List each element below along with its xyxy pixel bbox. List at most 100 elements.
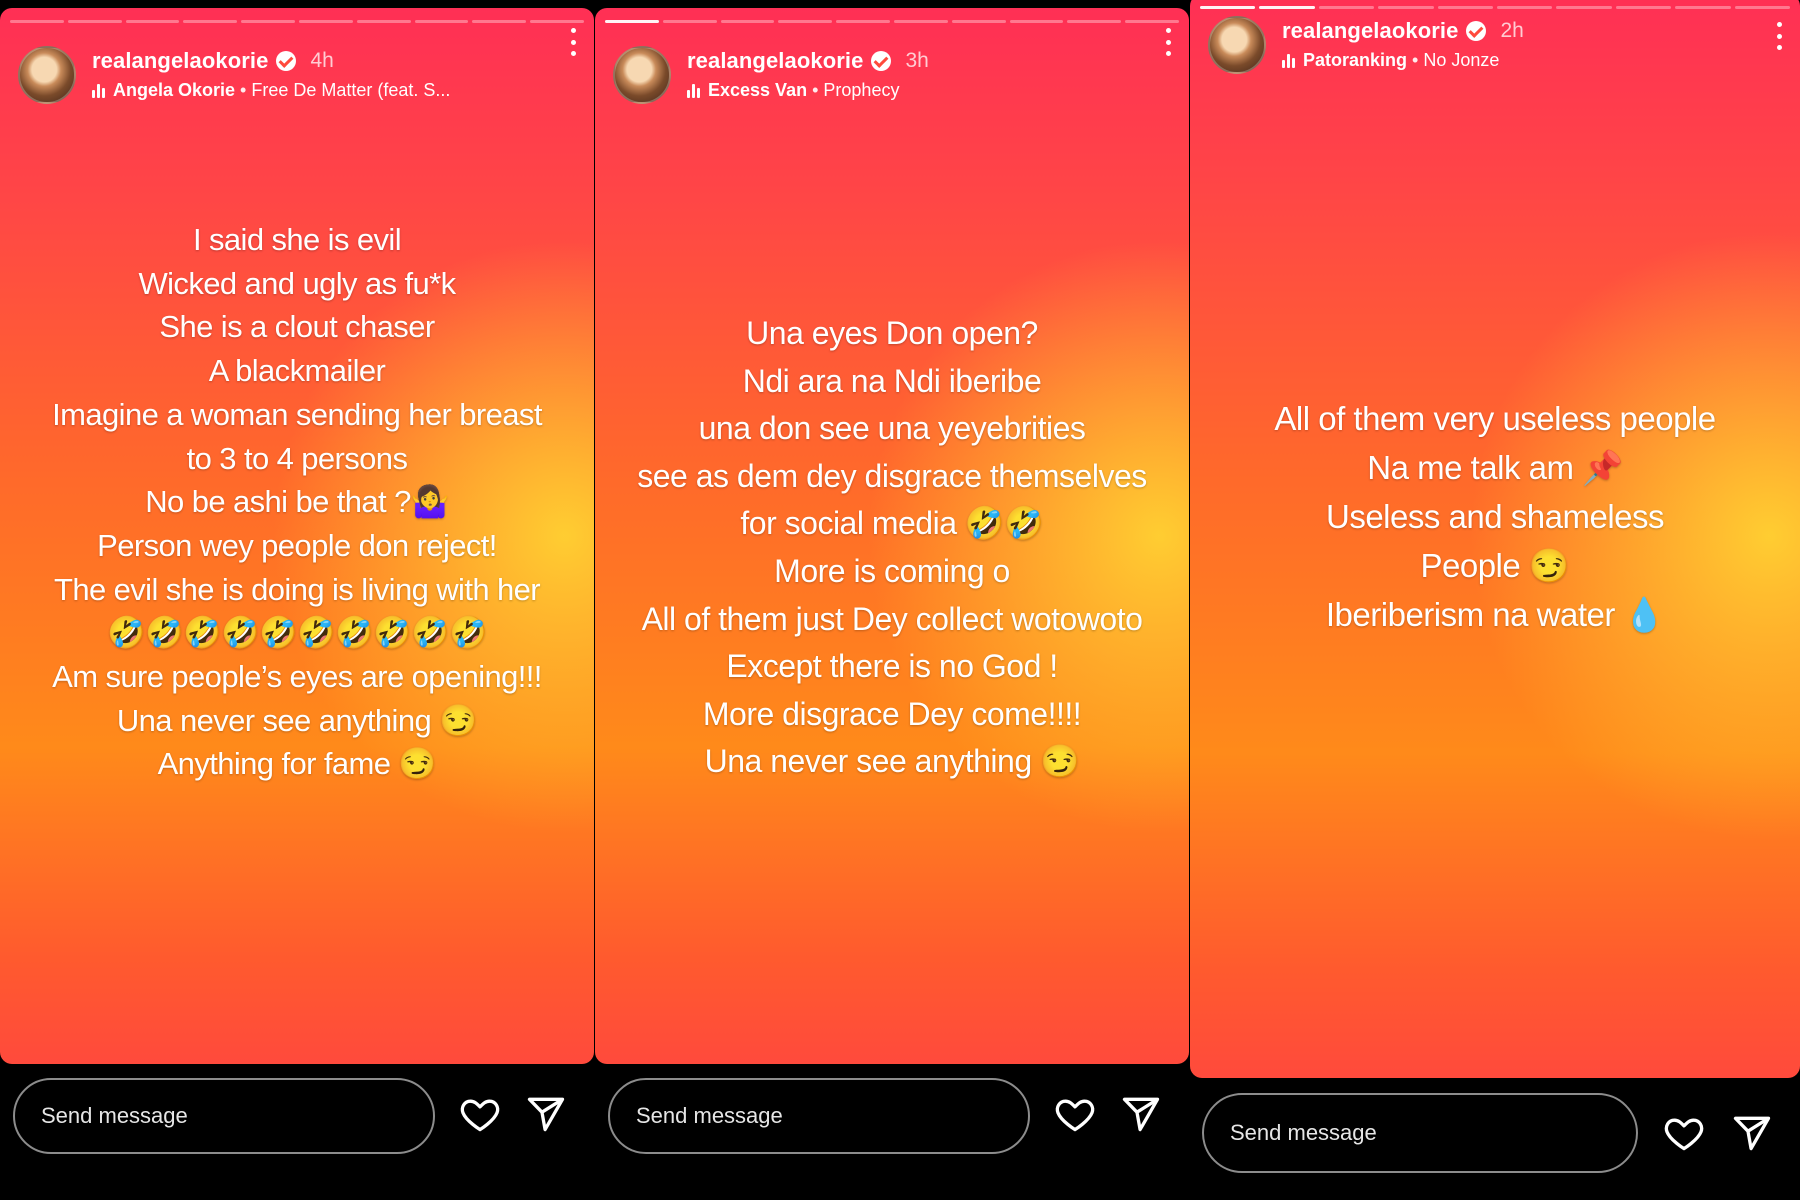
story-text-line: The evil she is doing is living with her xyxy=(53,571,541,607)
username[interactable]: realangelaokorie xyxy=(1282,18,1458,44)
story-text-line: More is coming o xyxy=(774,552,1010,589)
avatar[interactable] xyxy=(613,46,671,104)
send-icon[interactable] xyxy=(1119,1092,1163,1136)
progress-segment xyxy=(720,20,775,23)
story-text-line: Una eyes Don open? xyxy=(746,315,1038,351)
story-header: realangelaokorie 3h Excess Van • Prophec… xyxy=(613,38,1171,104)
story-panel-1: realangelaokorie 4h Angela Okorie • Free… xyxy=(0,0,594,1200)
more-options-icon[interactable] xyxy=(1165,28,1171,56)
progress-segment xyxy=(1009,20,1064,23)
story-text-line: una don see una yeyebrities xyxy=(698,410,1086,447)
progress-segment xyxy=(893,20,948,23)
heart-icon[interactable] xyxy=(1053,1092,1097,1136)
story-text-line: Wicked and ugly as fu*k xyxy=(138,265,456,301)
verified-badge-icon xyxy=(1466,21,1487,41)
story-text-line: All of them very useless people xyxy=(1274,400,1716,437)
reply-bar: Send message xyxy=(595,1078,1189,1158)
audio-bars-icon xyxy=(1282,53,1295,68)
music-track: Free De Matter (feat. S... xyxy=(251,80,451,100)
story-text-line: 🤣🤣🤣🤣🤣🤣🤣🤣🤣🤣 xyxy=(107,615,488,651)
story-text-line: Imagine a woman sending her breast xyxy=(52,396,542,432)
send-message-placeholder: Send message xyxy=(1230,1120,1377,1145)
post-time: 3h xyxy=(905,49,929,72)
story-text-line: Am sure people’s eyes are opening!!! xyxy=(52,659,542,695)
progress-segment xyxy=(67,20,122,23)
send-message-input[interactable]: Send message xyxy=(1202,1093,1638,1173)
story-card[interactable]: realangelaokorie 2h Patoranking • No Jon… xyxy=(1190,0,1800,1078)
send-message-placeholder: Send message xyxy=(636,1103,783,1128)
more-options-icon[interactable] xyxy=(570,28,576,56)
send-icon[interactable] xyxy=(1730,1111,1774,1155)
music-artist: Angela Okorie xyxy=(113,80,236,100)
username[interactable]: realangelaokorie xyxy=(687,48,863,74)
story-text-line: She is a clout chaser xyxy=(159,309,435,345)
story-card[interactable]: realangelaokorie 3h Excess Van • Prophec… xyxy=(595,8,1189,1064)
audio-bars-icon xyxy=(92,83,105,98)
story-text: All of them very useless people Na me tal… xyxy=(1190,394,1800,639)
send-message-input[interactable]: Send message xyxy=(608,1078,1030,1154)
story-text-line: Person wey people don reject! xyxy=(97,527,497,563)
progress-segment xyxy=(951,20,1006,23)
story-text-line: Iberiberism na water 💧 xyxy=(1325,596,1665,633)
story-text-line: Anything for fame 😏 xyxy=(157,746,437,782)
heart-icon[interactable] xyxy=(458,1092,502,1136)
more-options-icon[interactable] xyxy=(1776,22,1782,50)
progress-segment xyxy=(241,20,295,23)
avatar[interactable] xyxy=(1208,16,1266,74)
story-text-line: I said she is evil xyxy=(192,222,402,257)
story-panel-3: realangelaokorie 2h Patoranking • No Jon… xyxy=(1190,0,1800,1200)
progress-segment xyxy=(10,20,64,23)
music-artist: Excess Van xyxy=(708,80,808,100)
send-message-input[interactable]: Send message xyxy=(13,1078,435,1154)
user-row: realangelaokorie 4h xyxy=(92,48,334,74)
user-row: realangelaokorie 3h xyxy=(687,48,929,74)
story-text-line: to 3 to 4 persons xyxy=(186,440,408,476)
progress-bar xyxy=(10,20,584,23)
send-icon[interactable] xyxy=(524,1092,568,1136)
music-attribution[interactable]: Angela Okorie • Free De Matter (feat. S.… xyxy=(92,80,450,101)
verified-badge-icon xyxy=(871,51,892,71)
send-message-placeholder: Send message xyxy=(41,1103,188,1128)
story-text-line: Una never see anything 😏 xyxy=(704,743,1080,780)
story-text-line: More disgrace Dey come!!!! xyxy=(702,695,1082,732)
progress-segment xyxy=(1125,20,1179,23)
story-header: realangelaokorie 4h Angela Okorie • Free… xyxy=(18,38,576,104)
story-header: realangelaokorie 2h Patoranking • No Jon… xyxy=(1208,8,1782,74)
music-attribution[interactable]: Patoranking • No Jonze xyxy=(1282,50,1499,71)
story-text: I said she is evil Wicked and ugly as fu*… xyxy=(0,218,594,786)
music-track: Prophecy xyxy=(823,80,900,100)
music-separator: • xyxy=(1407,50,1424,70)
progress-segment xyxy=(662,20,717,23)
avatar[interactable] xyxy=(18,46,76,104)
story-text-line: People 😏 xyxy=(1420,547,1570,584)
reply-bar: Send message xyxy=(1190,1093,1800,1175)
verified-badge-icon xyxy=(276,51,297,71)
music-track: No Jonze xyxy=(1423,50,1500,70)
audio-bars-icon xyxy=(687,83,700,98)
music-artist: Patoranking xyxy=(1303,50,1408,70)
post-time: 2h xyxy=(1500,19,1524,42)
progress-segment xyxy=(414,20,469,23)
progress-bar xyxy=(605,20,1179,23)
post-time: 4h xyxy=(310,49,334,72)
story-text-line: for social media 🤣🤣 xyxy=(740,505,1044,542)
story-text: Una eyes Don open? Ndi ara na Ndi iberibe… xyxy=(595,310,1189,786)
reply-bar: Send message xyxy=(0,1078,594,1158)
progress-segment xyxy=(836,20,890,23)
story-text-line: Useless and shameless xyxy=(1326,498,1665,535)
story-card[interactable]: realangelaokorie 4h Angela Okorie • Free… xyxy=(0,8,594,1064)
user-row: realangelaokorie 2h xyxy=(1282,18,1524,44)
heart-icon[interactable] xyxy=(1662,1111,1706,1155)
progress-segment xyxy=(530,20,584,23)
progress-segment xyxy=(472,20,527,23)
story-text-line: Ndi ara na Ndi iberibe xyxy=(742,362,1042,399)
progress-segment xyxy=(1067,20,1122,23)
story-text-line: see as dem dey disgrace themselves xyxy=(637,457,1147,494)
story-text-line: Except there is no God ! xyxy=(726,648,1058,685)
story-text-line: A blackmailer xyxy=(208,353,386,389)
music-attribution[interactable]: Excess Van • Prophecy xyxy=(687,80,899,101)
username[interactable]: realangelaokorie xyxy=(92,48,268,74)
story-text-line: Una never see anything 😏 xyxy=(116,702,478,738)
story-panel-2: realangelaokorie 3h Excess Van • Prophec… xyxy=(595,0,1189,1200)
story-text-line: Na me talk am 📌 xyxy=(1367,449,1623,486)
